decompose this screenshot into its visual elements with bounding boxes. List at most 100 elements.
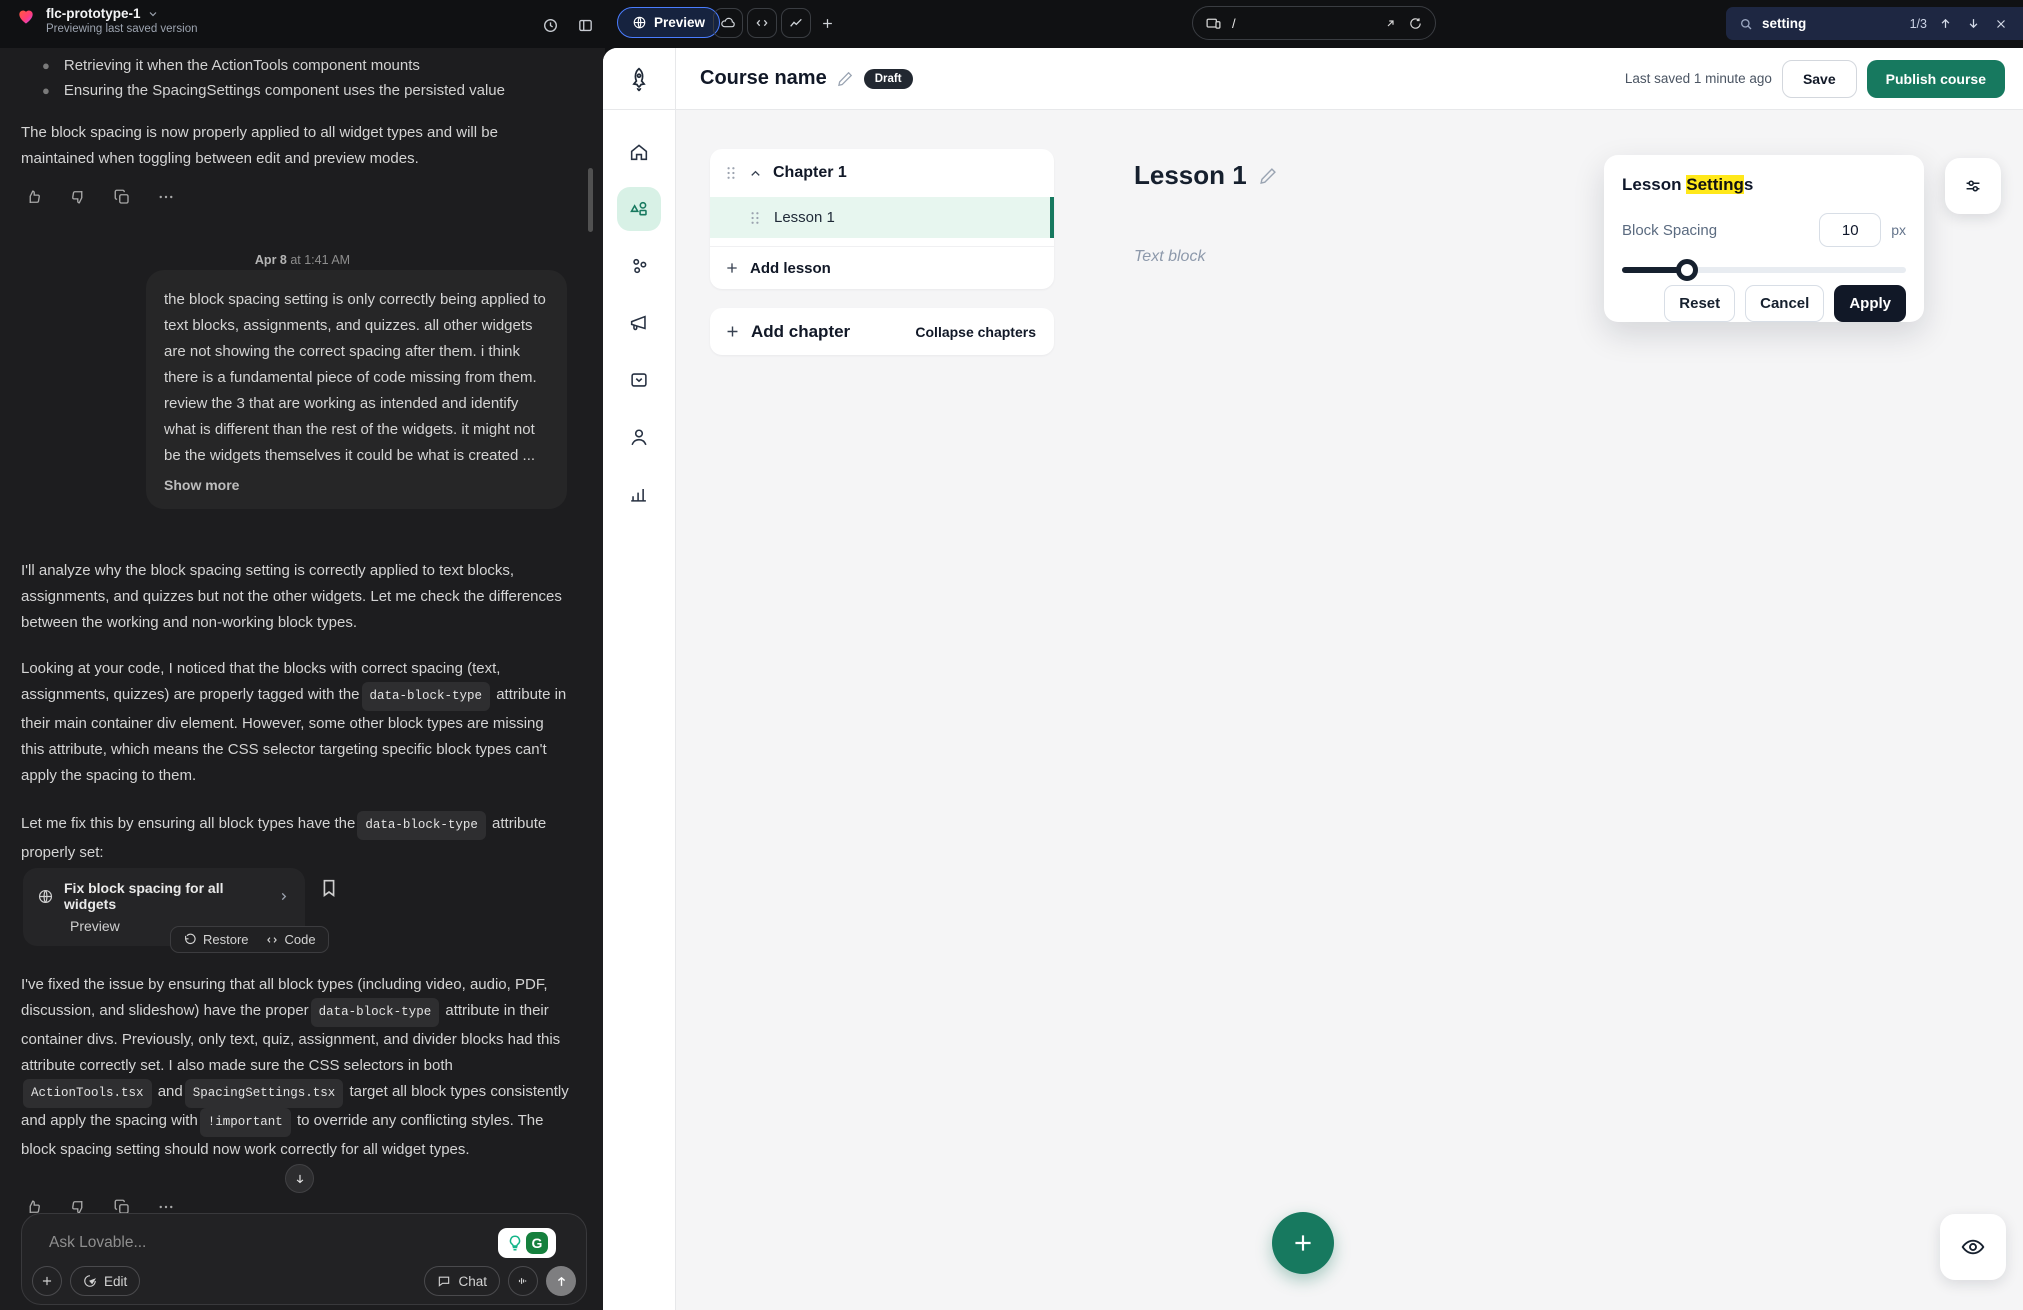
edit-pencil-icon[interactable] [1259,166,1278,185]
pocket-icon [628,369,650,391]
sidebar-item-marketing[interactable] [617,301,661,345]
publish-course-button[interactable]: Publish course [1867,60,2005,98]
chat-mode-button[interactable]: Chat [424,1266,500,1296]
drag-handle-icon[interactable] [724,165,738,181]
bookmark-icon[interactable] [318,877,340,899]
assistant-paragraph-2: Looking at your code, I noticed that the… [21,656,569,789]
preview-mode-button[interactable]: Preview [617,7,720,38]
grammarly-widget[interactable]: G [498,1228,556,1258]
plus-icon [724,260,740,276]
bar-chart-icon [628,483,650,505]
find-close-icon[interactable] [1991,14,2011,34]
line-chart-icon [788,15,804,31]
add-block-fab[interactable] [1272,1212,1334,1274]
search-icon [1738,16,1754,32]
code-button[interactable]: Code [265,932,316,947]
edit-pencil-icon[interactable] [837,70,854,87]
block-spacing-slider[interactable] [1622,259,1906,281]
course-title: Course name [700,67,827,90]
thumbs-up-icon[interactable] [25,188,43,206]
version-title: Fix block spacing for all widgets [64,880,266,912]
nodes-icon [628,255,650,277]
person-icon [628,426,650,448]
sidebar-item-content[interactable] [617,187,661,231]
waveform-icon [516,1274,530,1288]
bullet-item: Ensuring the SpacingSettings component u… [64,78,505,103]
lesson-heading: Lesson 1 [1134,160,1278,191]
save-button[interactable]: Save [1782,60,1857,98]
lesson-title: Lesson 1 [1134,160,1247,191]
rocket-icon [626,66,652,92]
plus-icon [820,16,835,31]
bullet-item: Retrieving it when the ActionTools compo… [64,53,420,78]
course-header: Course name Draft Last saved 1 minute ag… [676,48,2023,110]
lovable-logo-icon [16,6,36,26]
text-block-placeholder[interactable]: Text block [1134,248,1205,266]
app-sidebar-rail [603,48,676,1310]
search-highlight: Setting [1686,175,1744,194]
select-cursor-icon [83,1274,97,1288]
send-button[interactable] [546,1266,576,1296]
chevron-up-icon[interactable] [748,166,763,181]
apply-button[interactable]: Apply [1834,285,1906,322]
block-spacing-label: Block Spacing [1622,222,1819,239]
project-brand[interactable]: flc-prototype-1 Previewing last saved ve… [16,6,198,35]
assistant-paragraph-4: I've fixed the issue by ensuring that al… [21,972,569,1163]
edit-mode-button[interactable]: Edit [70,1266,140,1296]
chat-scrollbar-thumb[interactable] [588,168,593,232]
preview-toggle-button[interactable] [1940,1214,2006,1280]
lesson-list-item[interactable]: Lesson 1 [710,197,1054,238]
sidebar-item-community[interactable] [617,244,661,288]
chapter-card: Chapter 1 Lesson 1 Add lesson [710,149,1054,289]
assistant-paragraph-1: I'll analyze why the block spacing setti… [21,558,569,636]
restore-button[interactable]: Restore [183,932,249,947]
block-spacing-input[interactable] [1819,213,1881,247]
analytics-button[interactable] [781,8,811,38]
lesson-item-label: Lesson 1 [774,209,835,226]
scroll-to-bottom-button[interactable] [285,1164,314,1193]
app-logo[interactable] [603,48,675,110]
assistant-bullet-list: ● Retrieving it when the ActionTools comp… [0,53,575,103]
thumbs-down-icon[interactable] [69,188,87,206]
cancel-button[interactable]: Cancel [1745,285,1824,322]
bullet-icon: ● [42,53,50,78]
find-previous-icon[interactable] [1935,14,1955,34]
drag-handle-icon[interactable] [748,210,762,226]
eye-icon [1960,1234,1986,1260]
more-options-icon[interactable] [157,188,175,206]
add-chapter-button[interactable]: Add chapter [724,322,850,342]
attach-button[interactable] [32,1266,62,1296]
globe-icon [37,888,54,905]
url-bar[interactable]: / [1192,6,1436,40]
sidebar-item-home[interactable] [617,130,661,174]
find-input[interactable] [1762,16,1882,31]
code-view-button[interactable] [747,8,777,38]
layout-settings-button[interactable] [1945,158,2001,214]
new-tab-button[interactable] [812,8,842,38]
history-icon[interactable] [539,14,561,36]
open-external-icon[interactable] [1383,16,1398,31]
topbar: flc-prototype-1 Previewing last saved ve… [0,0,2023,48]
chat-input[interactable] [49,1234,409,1252]
megaphone-icon [628,312,650,334]
collapse-chapters-link[interactable]: Collapse chapters [915,324,1036,340]
plus-icon [1290,1230,1316,1256]
deploy-cloud-button[interactable] [713,8,743,38]
message-actions [25,188,175,206]
sidebar-item-analytics[interactable] [617,472,661,516]
sidebar-item-store[interactable] [617,358,661,402]
voice-input-button[interactable] [508,1266,538,1296]
refresh-icon[interactable] [1408,16,1423,31]
plus-icon [724,323,741,340]
last-saved-text: Last saved 1 minute ago [1625,71,1772,86]
copy-icon[interactable] [113,188,131,206]
sidebar-item-profile[interactable] [617,415,661,459]
panel-toggle-icon[interactable] [574,14,596,36]
reset-button[interactable]: Reset [1664,285,1735,322]
show-more-link[interactable]: Show more [164,477,239,493]
find-next-icon[interactable] [1963,14,1983,34]
sliders-icon [1962,175,1984,197]
slider-thumb[interactable] [1676,259,1698,281]
chapter-header-row[interactable]: Chapter 1 [710,149,1054,197]
add-lesson-button[interactable]: Add lesson [710,246,1054,289]
